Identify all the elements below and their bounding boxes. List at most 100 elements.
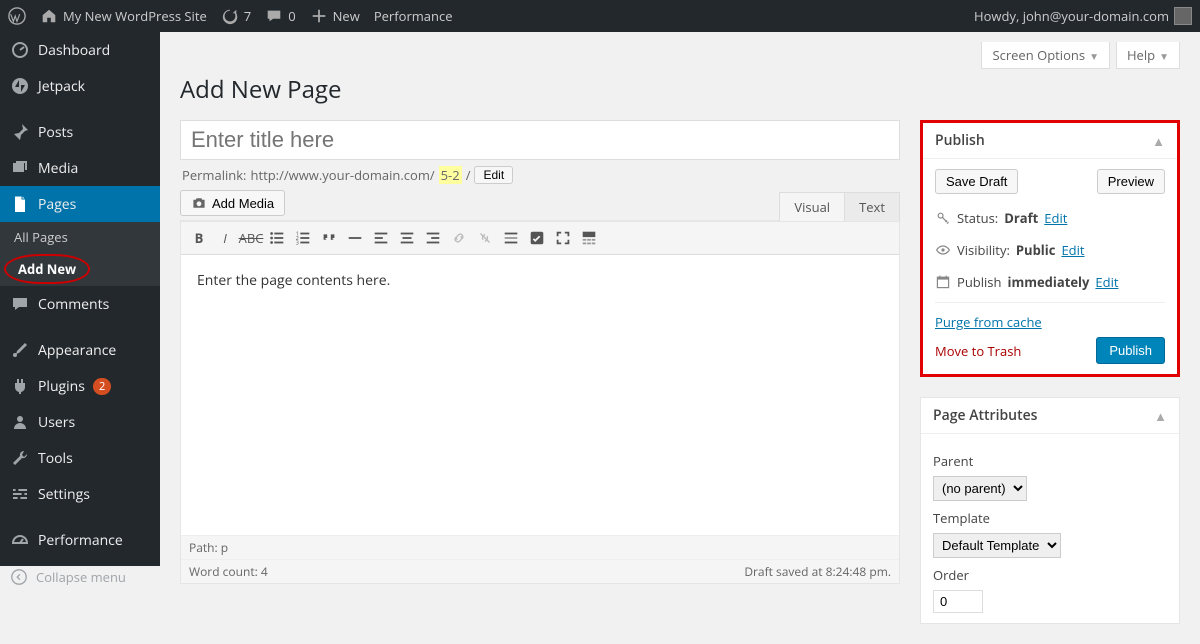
align-left-button[interactable] (369, 226, 393, 250)
attributes-title: Page Attributes (933, 406, 1038, 425)
wrench-icon (10, 448, 30, 468)
template-label: Template (933, 509, 1167, 527)
wp-logo[interactable] (8, 7, 26, 25)
menu-comments[interactable]: Comments (0, 286, 160, 322)
comment-icon (10, 294, 30, 314)
menu-users[interactable]: Users (0, 404, 160, 440)
link-button[interactable] (447, 226, 471, 250)
sliders-icon (10, 484, 30, 504)
parent-label: Parent (933, 452, 1167, 470)
hr-button[interactable] (343, 226, 367, 250)
bullet-list-button[interactable] (265, 226, 289, 250)
refresh-item[interactable]: 7 (221, 7, 251, 25)
blockquote-button[interactable] (317, 226, 341, 250)
menu-performance[interactable]: Performance (0, 522, 160, 558)
number-list-button[interactable]: 123 (291, 226, 315, 250)
performance-item[interactable]: Performance (374, 7, 453, 25)
comments-item[interactable]: 0 (265, 7, 295, 25)
page-title: Add New Page (180, 73, 1180, 106)
menu-media[interactable]: Media (0, 150, 160, 186)
purge-cache-link[interactable]: Purge from cache (935, 313, 1042, 331)
path-bar: Path: p (181, 535, 899, 559)
site-name[interactable]: My New WordPress Site (40, 7, 207, 25)
order-label: Order (933, 566, 1167, 584)
align-right-button[interactable] (421, 226, 445, 250)
spellcheck-button[interactable] (525, 226, 549, 250)
pin-icon (10, 122, 30, 142)
key-icon (935, 210, 951, 226)
align-center-button[interactable] (395, 226, 419, 250)
move-to-trash-link[interactable]: Move to Trash (935, 342, 1021, 360)
menu-jetpack[interactable]: Jetpack (0, 68, 160, 104)
submenu-all-pages[interactable]: All Pages (0, 222, 160, 252)
side-column: Publish ▲ Save Draft Preview Status: Dra… (920, 120, 1180, 644)
help-tab[interactable]: Help▼ (1116, 42, 1180, 69)
menu-pages[interactable]: Pages (0, 186, 160, 222)
tab-visual[interactable]: Visual (779, 192, 845, 221)
screen-meta: Screen Options▼ Help▼ (180, 42, 1180, 69)
comment-icon (265, 7, 283, 25)
menu-settings[interactable]: Settings (0, 476, 160, 512)
edit-status-link[interactable]: Edit (1044, 209, 1067, 227)
toggle-icon[interactable]: ▲ (1154, 407, 1167, 425)
plugin-icon (10, 376, 30, 396)
site-name-text: My New WordPress Site (63, 7, 207, 25)
brush-icon (10, 340, 30, 360)
edit-visibility-link[interactable]: Edit (1061, 241, 1084, 259)
collapse-menu[interactable]: Collapse menu (0, 558, 160, 596)
editor-toolbar: B I ABC 123 (181, 221, 899, 255)
save-draft-button[interactable]: Save Draft (935, 169, 1018, 194)
gauge-icon (10, 530, 30, 550)
page-attributes-box: Page Attributes ▲ Parent (no parent) Tem… (920, 397, 1180, 624)
calendar-icon (935, 274, 951, 290)
permalink-slug: 5-2 (439, 166, 462, 184)
editor-body[interactable]: Enter the page contents here. (181, 255, 899, 535)
toggle-icon[interactable]: ▲ (1152, 132, 1165, 150)
new-item[interactable]: New (310, 7, 360, 25)
more-button[interactable] (499, 226, 523, 250)
plugins-badge: 2 (93, 378, 111, 395)
title-input[interactable] (180, 120, 900, 160)
menu-appearance[interactable]: Appearance (0, 332, 160, 368)
editor-column: Permalink: http://www.your-domain.com/5-… (180, 120, 900, 584)
bold-button[interactable]: B (187, 226, 211, 250)
toolbar-toggle-button[interactable] (577, 226, 601, 250)
content-area: Screen Options▼ Help▼ Add New Page Perma… (160, 32, 1200, 566)
svg-text:3: 3 (296, 238, 299, 246)
submenu-add-new[interactable]: Add New (4, 254, 90, 284)
schedule-row: Publish immediately Edit (935, 266, 1165, 298)
template-select[interactable]: Default Template (933, 533, 1061, 558)
fullscreen-button[interactable] (551, 226, 575, 250)
howdy[interactable]: Howdy, john@your-domain.com (974, 7, 1192, 25)
unlink-button[interactable] (473, 226, 497, 250)
edit-schedule-link[interactable]: Edit (1095, 273, 1118, 291)
parent-select[interactable]: (no parent) (933, 476, 1027, 501)
tab-text[interactable]: Text (844, 192, 900, 221)
permalink: Permalink: http://www.your-domain.com/5-… (182, 166, 898, 184)
jetpack-icon (10, 76, 30, 96)
eye-icon (935, 242, 951, 258)
camera-icon (191, 195, 207, 211)
menu-tools[interactable]: Tools (0, 440, 160, 476)
status-row: Status: Draft Edit (935, 202, 1165, 234)
edit-permalink-button[interactable]: Edit (474, 166, 513, 184)
screen-options-tab[interactable]: Screen Options▼ (981, 42, 1110, 69)
dashboard-icon (10, 40, 30, 60)
publish-button[interactable]: Publish (1096, 337, 1165, 364)
publish-title: Publish (935, 131, 985, 150)
collapse-icon (10, 568, 28, 586)
add-media-button[interactable]: Add Media (180, 190, 285, 216)
strike-button[interactable]: ABC (239, 226, 263, 250)
admin-bar: My New WordPress Site 7 0 New Performanc… (0, 0, 1200, 32)
menu-posts[interactable]: Posts (0, 114, 160, 150)
italic-button[interactable]: I (213, 226, 237, 250)
media-icon (10, 158, 30, 178)
avatar (1174, 7, 1192, 25)
editor-wrap: B I ABC 123 Enter the (180, 220, 900, 584)
chevron-down-icon: ▼ (1089, 49, 1099, 63)
order-input[interactable] (933, 590, 983, 613)
menu-plugins[interactable]: Plugins2 (0, 368, 160, 404)
preview-button[interactable]: Preview (1097, 169, 1165, 194)
user-icon (10, 412, 30, 432)
menu-dashboard[interactable]: Dashboard (0, 32, 160, 68)
